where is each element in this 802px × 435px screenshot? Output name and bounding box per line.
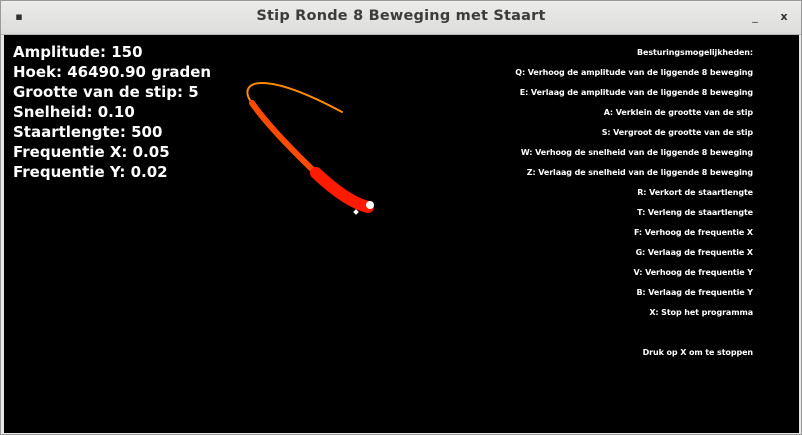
control-item: Z: Verlaag de snelheid van de liggende 8… <box>526 168 753 177</box>
control-item: E: Verlaag de amplitude van de liggende … <box>519 88 753 97</box>
control-item: A: Verklein de grootte van de stip <box>603 108 753 117</box>
stop-hint: Druk op X om te stoppen <box>642 348 753 357</box>
controls-header: Besturingsmogelijkheden: <box>637 48 753 57</box>
tail-length-readout: Staartlengte: 500 <box>13 123 163 141</box>
control-item: G: Verlaag de frequentie X <box>635 248 754 257</box>
close-button[interactable]: x <box>776 9 792 25</box>
control-item: W: Verhoog de snelheid van de liggende 8… <box>520 148 753 157</box>
animation-canvas[interactable]: Amplitude: 150 Hoek: 46490.90 graden Gro… <box>4 35 799 433</box>
control-item: X: Stop het programma <box>649 308 753 317</box>
tail-head <box>310 167 374 213</box>
control-item: B: Verlaag de frequentie Y <box>636 288 753 297</box>
speed-readout: Snelheid: 0.10 <box>13 103 135 121</box>
dot-size-readout: Grootte van de stip: 5 <box>13 83 199 101</box>
amplitude-readout: Amplitude: 150 <box>13 43 143 61</box>
tail-mid <box>249 100 319 176</box>
title-bar[interactable]: ▪ Stip Ronde 8 Beweging met Staart _ x <box>1 1 801 35</box>
freq-x-readout: Frequentie X: 0.05 <box>13 143 170 161</box>
freq-y-readout: Frequentie Y: 0.02 <box>13 163 168 181</box>
tail-outer <box>246 81 343 113</box>
moving-dot <box>366 201 374 209</box>
control-item: F: Verhoog de frequentie X <box>633 228 753 237</box>
control-item: Q: Verhoog de amplitude van de liggende … <box>515 68 753 77</box>
control-item: R: Verkort de staartlengte <box>637 188 753 197</box>
dot-marker <box>353 209 359 215</box>
angle-readout: Hoek: 46490.90 graden <box>13 63 212 81</box>
controls-panel: Besturingsmogelijkheden: Q: Verhoog de a… <box>515 43 753 363</box>
control-item: S: Vergroot de grootte van de stip <box>601 128 753 137</box>
control-item: V: Verhoog de frequentie Y <box>633 268 754 277</box>
window-title: Stip Ronde 8 Beweging met Staart <box>256 8 546 24</box>
stats-panel: Amplitude: 150 Hoek: 46490.90 graden Gro… <box>13 42 211 182</box>
app-window: ▪ Stip Ronde 8 Beweging met Staart _ x A… <box>0 0 802 435</box>
control-item: T: Verleng de staartlengte <box>637 208 753 217</box>
minimize-button[interactable]: _ <box>747 9 763 25</box>
